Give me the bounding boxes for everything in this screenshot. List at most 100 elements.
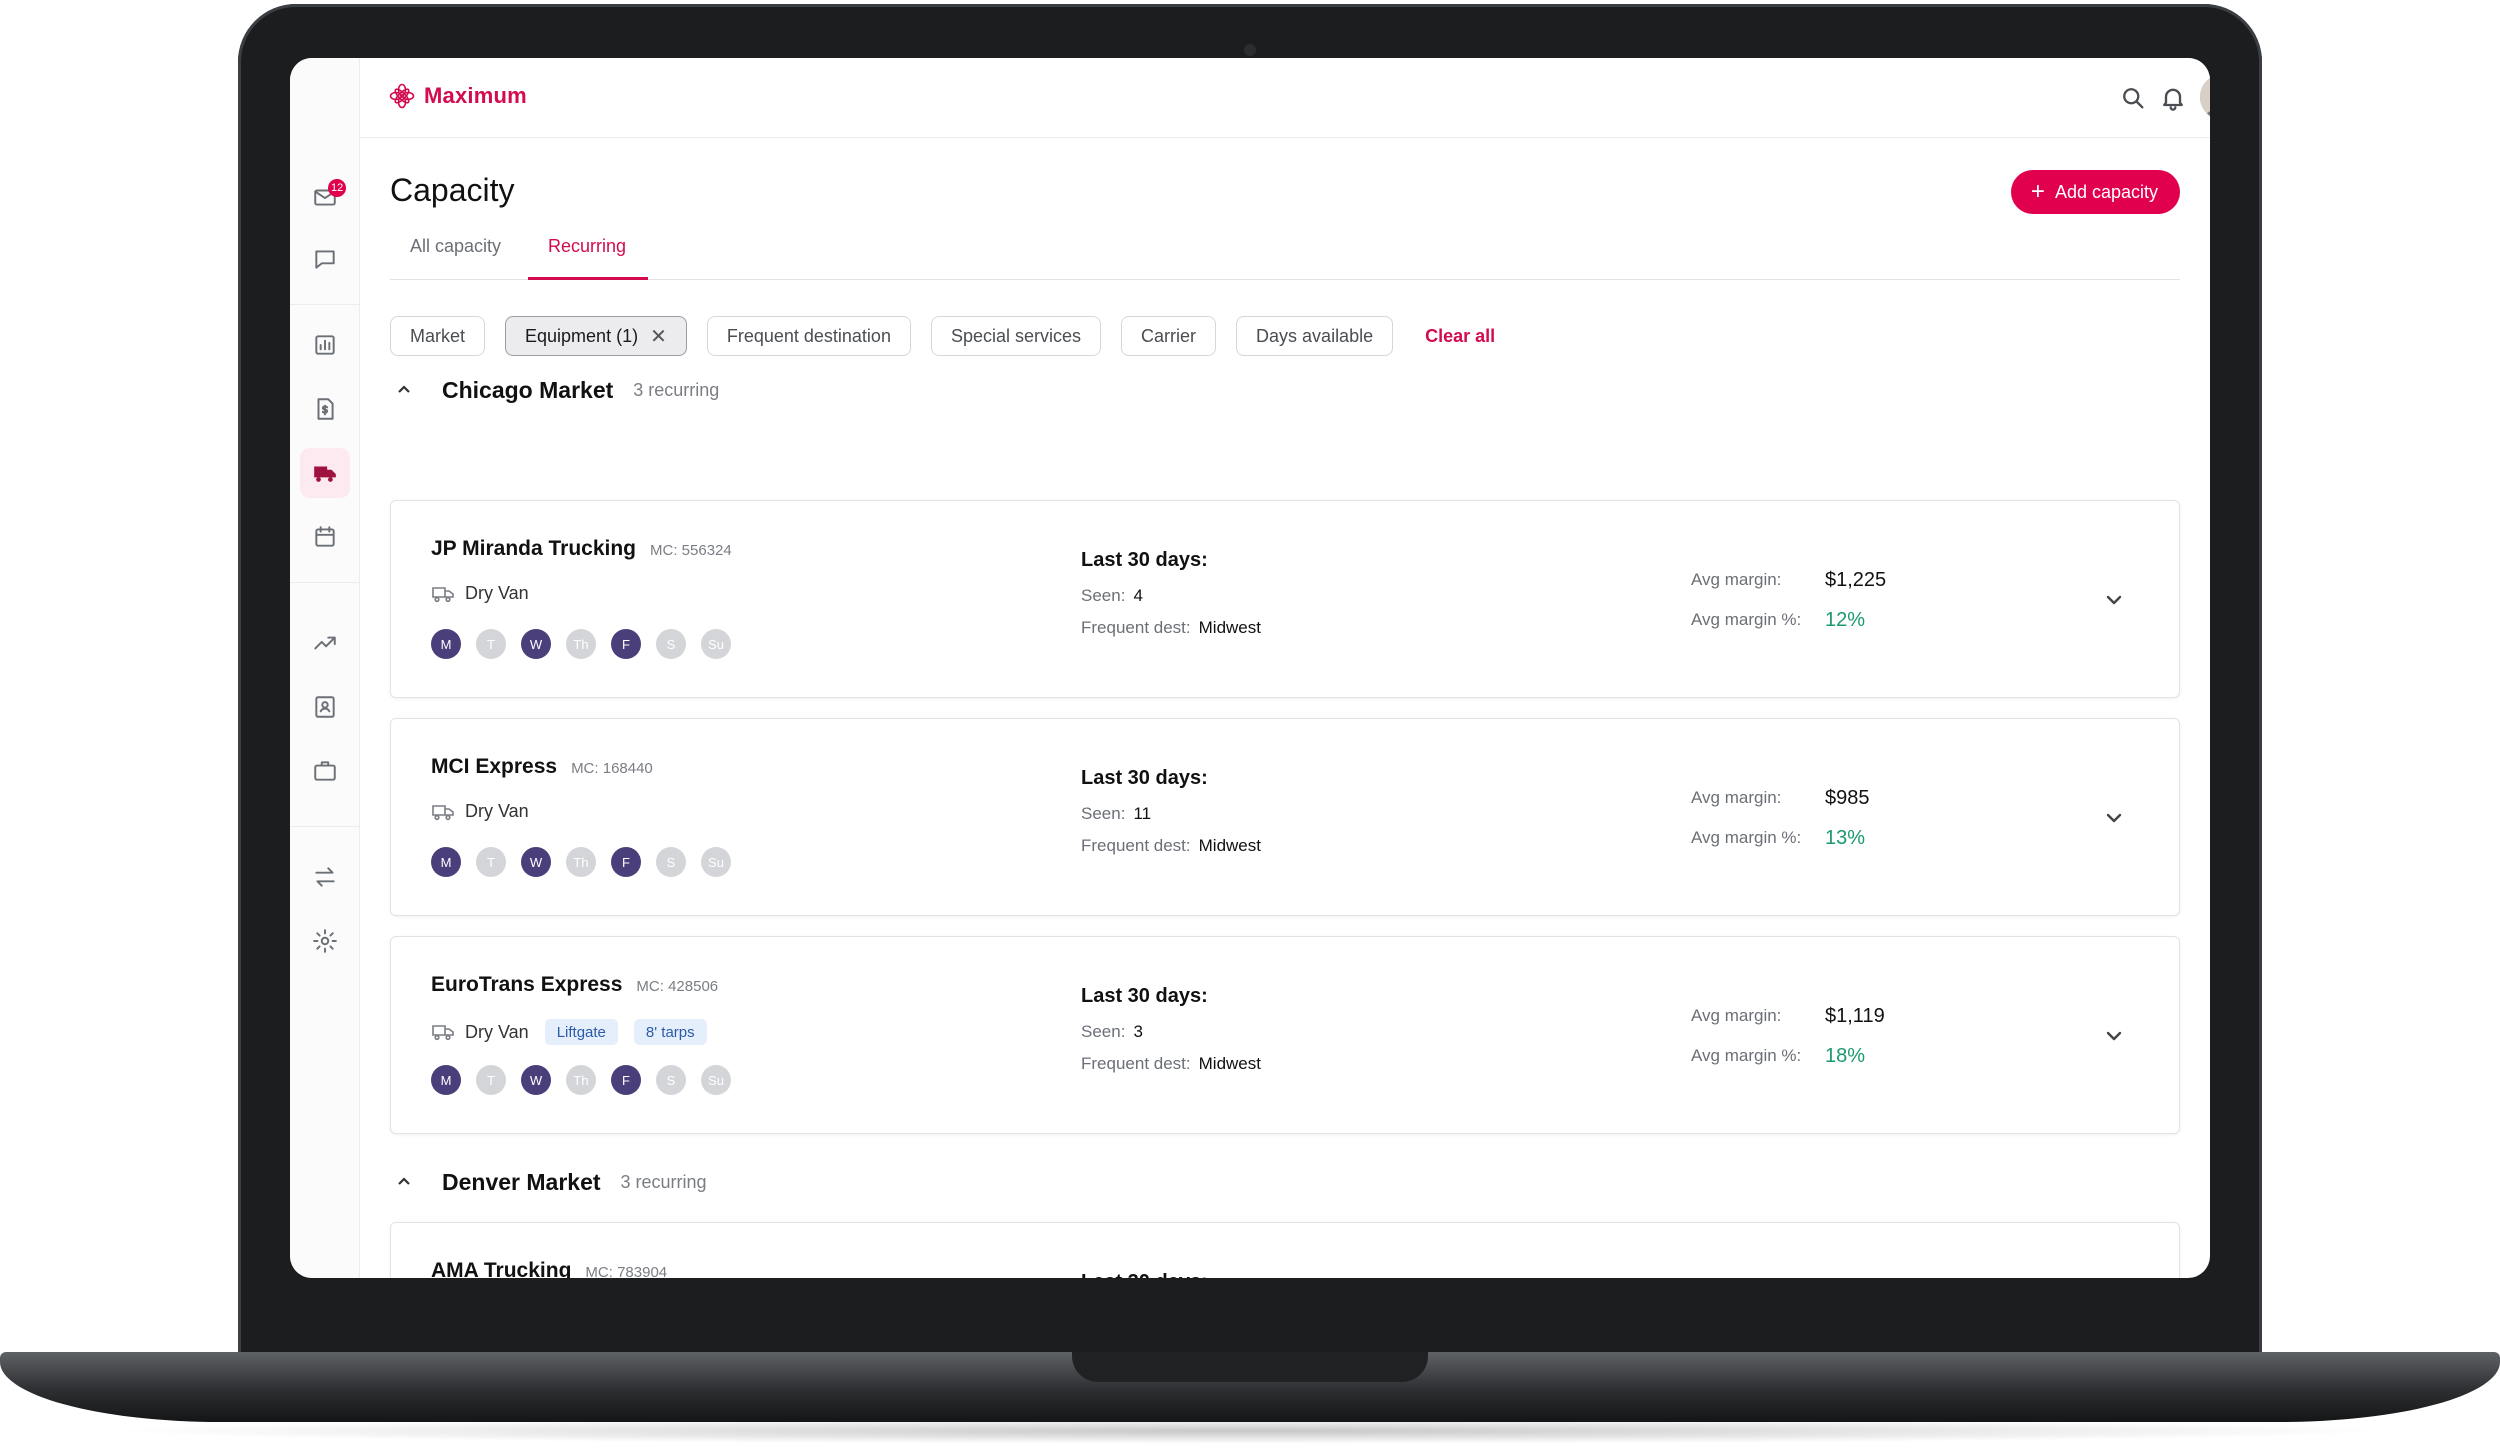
equipment-row: Dry Van xyxy=(431,801,529,822)
avg-margin-pct-value: 12% xyxy=(1825,608,1866,631)
chevron-down-icon[interactable] xyxy=(2101,1023,2127,1049)
search-button[interactable] xyxy=(2119,84,2147,112)
filter-days-available[interactable]: Days available xyxy=(1236,316,1394,356)
filter-label: Carrier xyxy=(1141,325,1197,346)
day-indicator: Su xyxy=(701,1065,731,1095)
day-indicator: T xyxy=(476,1065,506,1095)
avg-margin-label: Avg margin: xyxy=(1691,788,1782,807)
frequent-dest-row: Frequent dest: Midwest xyxy=(1081,836,1261,856)
close-icon[interactable]: ✕ xyxy=(650,324,667,349)
filter-special-services[interactable]: Special services xyxy=(930,316,1102,356)
carrier-card[interactable]: AMA TruckingMC: 783904 Dry Van MTWThFSSu… xyxy=(390,1222,2180,1278)
sidebar-item-invoices[interactable] xyxy=(300,384,350,434)
day-indicator: S xyxy=(656,1065,686,1095)
camera xyxy=(1244,44,1256,56)
tab-bar: All capacity Recurring xyxy=(390,230,2180,280)
equipment-type: Dry Van xyxy=(465,801,529,821)
day-indicator: W xyxy=(521,847,551,877)
filter-carrier[interactable]: Carrier xyxy=(1121,316,1217,356)
sidebar-item-trends[interactable] xyxy=(300,618,350,668)
laptop-mockup: 12 Maximum Capacity + Add capacity All c… xyxy=(0,0,2500,1456)
mc-number: MC: 428506 xyxy=(636,978,719,995)
bell-icon xyxy=(2163,88,2183,111)
carrier-card[interactable]: EuroTrans Express MC: 428506 Dry Van Lift… xyxy=(390,936,2180,1134)
user-avatar[interactable] xyxy=(2200,74,2210,120)
truck-icon xyxy=(432,586,454,602)
day-indicator: M xyxy=(431,629,461,659)
sidebar-item-settings[interactable] xyxy=(300,916,350,966)
avatar-portrait xyxy=(2200,74,2210,120)
group-count: 3 recurring xyxy=(633,379,720,400)
chevron-down-icon[interactable] xyxy=(2101,805,2127,831)
last-30-days: Last 30 days: Seen: 4 Frequent dest: Midwe… xyxy=(1081,549,1261,650)
gear-icon xyxy=(313,929,337,953)
day-indicator: M xyxy=(431,1065,461,1095)
chevron-up-icon[interactable] xyxy=(390,376,418,404)
day-indicator: W xyxy=(521,1065,551,1095)
notification-badge: 12 xyxy=(328,179,347,197)
filter-equipment[interactable]: Equipment (1) ✕ xyxy=(505,316,687,356)
avg-margin-pct-label: Avg margin %: xyxy=(1691,610,1802,629)
avg-margin-value: $985 xyxy=(1825,786,1870,809)
equipment-type: Dry Van xyxy=(465,1021,529,1042)
brand-flower-icon xyxy=(389,83,415,109)
avg-margin-pct-value: 18% xyxy=(1825,1044,1866,1067)
seen-value: 11 xyxy=(1133,804,1152,823)
carrier-card[interactable]: MCI Express MC: 168440 Dry Van M T W Th F S Su … xyxy=(390,718,2180,916)
sidebar-divider xyxy=(290,582,360,583)
sidebar-item-jobs[interactable] xyxy=(300,746,350,796)
frequent-dest-row: Frequent dest: Midwest xyxy=(1081,618,1261,638)
brand-logo[interactable]: Maximum xyxy=(388,82,527,110)
carrier-card[interactable]: JP Miranda Trucking MC: 556324 Dry Van M T… xyxy=(390,500,2180,698)
filter-bar: Market Equipment (1) ✕ Frequent destinat… xyxy=(390,316,1495,356)
clear-all-link[interactable]: Clear all xyxy=(1425,326,1495,347)
carrier-name[interactable]: JP Miranda Trucking xyxy=(431,537,636,560)
sidebar-item-calendar[interactable] xyxy=(300,512,350,562)
frequent-dest-value: Midwest xyxy=(1198,1054,1261,1073)
seen-row: Seen: 11 xyxy=(1081,804,1261,824)
sidebar-item-capacity[interactable] xyxy=(300,448,350,498)
filter-label: Equipment (1) xyxy=(525,325,639,346)
group-header-chicago[interactable]: Chicago Market 3 recurring xyxy=(390,376,719,404)
tab-recurring[interactable]: Recurring xyxy=(528,230,648,280)
sidebar-item-messages[interactable] xyxy=(300,234,350,284)
sidebar-item-transfers[interactable] xyxy=(300,852,350,902)
day-indicator: Su xyxy=(701,629,731,659)
filter-market[interactable]: Market xyxy=(390,316,486,356)
carrier-name-row: EuroTrans Express MC: 428506 xyxy=(431,973,718,997)
chevron-down-icon[interactable] xyxy=(2101,587,2127,613)
filter-frequent-destination[interactable]: Frequent destination xyxy=(706,316,911,356)
last-30-header: Last 30 days: xyxy=(1081,549,1208,571)
carrier-name-row: JP Miranda Trucking MC: 556324 xyxy=(431,537,732,561)
carrier-name[interactable]: EuroTrans Express xyxy=(431,973,622,996)
sidebar: 12 xyxy=(290,58,360,1278)
service-tag: Liftgate xyxy=(544,1019,618,1045)
group-header-denver[interactable]: Denver Market 3 recurring xyxy=(390,1168,707,1196)
day-indicator: S xyxy=(656,629,686,659)
trending-up-icon xyxy=(314,636,336,650)
day-indicator: Th xyxy=(566,629,596,659)
sidebar-item-contacts[interactable] xyxy=(300,682,350,732)
contact-card-icon xyxy=(315,696,335,718)
avg-margin-label: Avg margin: xyxy=(1691,1006,1782,1025)
equipment-type: Dry Van xyxy=(465,583,529,603)
last-30-header: Last 30 days: xyxy=(1081,985,1208,1007)
sidebar-item-reports[interactable] xyxy=(300,320,350,370)
filter-label: Days available xyxy=(1256,325,1374,346)
chevron-up-icon[interactable] xyxy=(390,1168,418,1196)
sidebar-item-inbox[interactable]: 12 xyxy=(300,172,350,222)
carrier-name-row: MCI Express MC: 168440 xyxy=(431,755,653,779)
carrier-name[interactable]: MCI Express xyxy=(431,755,557,778)
margin-stats: Avg margin: $1,119 Avg margin %: 18% xyxy=(1691,1003,1885,1083)
tab-all-capacity[interactable]: All capacity xyxy=(410,230,501,280)
group-count: 3 recurring xyxy=(620,1171,707,1192)
filter-label: Frequent destination xyxy=(726,325,891,346)
carrier-name[interactable]: AMA Trucking xyxy=(431,1259,571,1278)
notifications-button[interactable] xyxy=(2159,84,2187,112)
add-capacity-button[interactable]: + Add capacity xyxy=(2010,170,2180,214)
day-indicator: Th xyxy=(566,1065,596,1095)
day-indicator: F xyxy=(611,629,641,659)
equipment-row: Dry Van xyxy=(431,583,529,604)
laptop-notch xyxy=(1072,1352,1428,1382)
last-30-header: Last 30 days: xyxy=(1081,767,1208,789)
